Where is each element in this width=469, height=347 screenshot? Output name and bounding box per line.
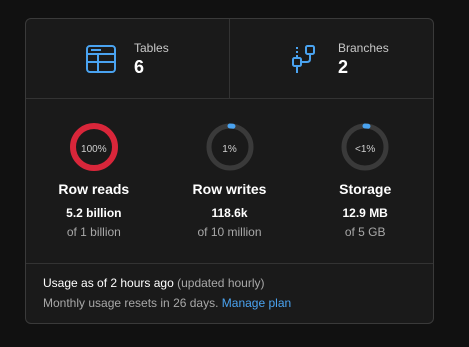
table-icon <box>85 43 117 75</box>
tables-count: 6 <box>134 57 145 77</box>
row-reads-title: Row reads <box>58 181 130 197</box>
reset-text: Monthly usage resets in 26 days. <box>43 296 219 310</box>
usage-timestamp: Usage as of 2 hours ago (updated hourly) <box>43 276 423 290</box>
storage-amount: 12.9 MB <box>342 206 388 220</box>
update-frequency-note: (updated hourly) <box>177 276 265 290</box>
usage-footer: Usage as of 2 hours ago (updated hourly)… <box>43 276 423 310</box>
row-reads-limit: of 1 billion <box>66 225 121 239</box>
summary-stats: Tables 6 Branches 2 <box>26 19 433 99</box>
usage-as-of-text: Usage as of 2 hours ago <box>43 276 174 290</box>
usage-card: Tables 6 Branches 2 100% Row reads 5.2 b… <box>25 18 434 324</box>
row-reads-metric: 100% Row reads 5.2 billion of 1 billion <box>26 99 162 263</box>
tables-label: Tables <box>134 41 169 55</box>
reset-notice: Monthly usage resets in 26 days. Manage … <box>43 296 423 310</box>
branches-count: 2 <box>338 57 349 77</box>
row-writes-amount: 118.6k <box>211 206 248 220</box>
storage-percent: <1% <box>355 144 376 155</box>
row-writes-title: Row writes <box>192 181 267 197</box>
row-reads-percent: 100% <box>81 144 107 155</box>
usage-metrics: 100% Row reads 5.2 billion of 1 billion … <box>26 99 433 264</box>
branches-icon <box>289 43 321 75</box>
row-writes-limit: of 10 million <box>197 225 262 239</box>
manage-plan-link[interactable]: Manage plan <box>222 296 291 310</box>
branches-stat: Branches 2 <box>229 19 433 98</box>
row-writes-percent: 1% <box>222 144 237 155</box>
storage-metric: <1% Storage 12.9 MB of 5 GB <box>297 99 433 263</box>
storage-title: Storage <box>339 181 392 197</box>
branches-label: Branches <box>338 41 389 55</box>
row-writes-metric: 1% Row writes 118.6k of 10 million <box>162 99 298 263</box>
storage-limit: of 5 GB <box>344 225 386 239</box>
tables-stat: Tables 6 <box>26 19 229 98</box>
row-reads-amount: 5.2 billion <box>66 206 122 220</box>
